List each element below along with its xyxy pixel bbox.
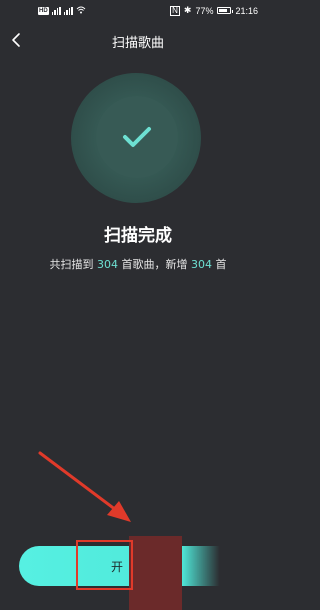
button-fade-overlay <box>182 546 276 586</box>
battery-fill <box>219 9 228 12</box>
desc-part-1: 共扫描到 <box>49 258 97 271</box>
result-title: 扫描完成 <box>104 226 172 246</box>
status-bar: HD N ✱ 77% 21:16 <box>0 0 276 22</box>
wifi-icon <box>76 6 86 16</box>
bluetooth-icon: ✱ <box>183 5 192 15</box>
clock: 21:16 <box>235 5 258 16</box>
signal-icon-2 <box>63 7 73 15</box>
nfc-icon: N <box>170 5 180 16</box>
annotation-highlight-box <box>76 540 133 590</box>
status-right: N ✱ 77% 21:16 <box>170 5 258 16</box>
status-left: HD <box>38 6 86 16</box>
bottom-area: 开 <box>0 525 276 610</box>
nav-bar: 扫描歌曲 <box>0 26 276 54</box>
added-count: 304 <box>191 258 212 271</box>
desc-part-2: 首歌曲，新增 <box>118 258 191 271</box>
redacted-block <box>129 536 182 610</box>
desc-part-3: 首 <box>212 258 227 271</box>
success-graphic <box>71 73 201 203</box>
check-icon <box>123 127 151 147</box>
battery-percent: 77% <box>195 5 214 16</box>
battery-icon <box>217 7 234 14</box>
hd-badge: HD <box>38 7 49 15</box>
scanned-count: 304 <box>97 258 118 271</box>
page-title: 扫描歌曲 <box>111 36 164 51</box>
signal-icon <box>51 7 61 15</box>
result-description: 共扫描到 304 首歌曲，新增 304 首 <box>0 256 276 272</box>
success-ring-inner <box>96 96 178 178</box>
